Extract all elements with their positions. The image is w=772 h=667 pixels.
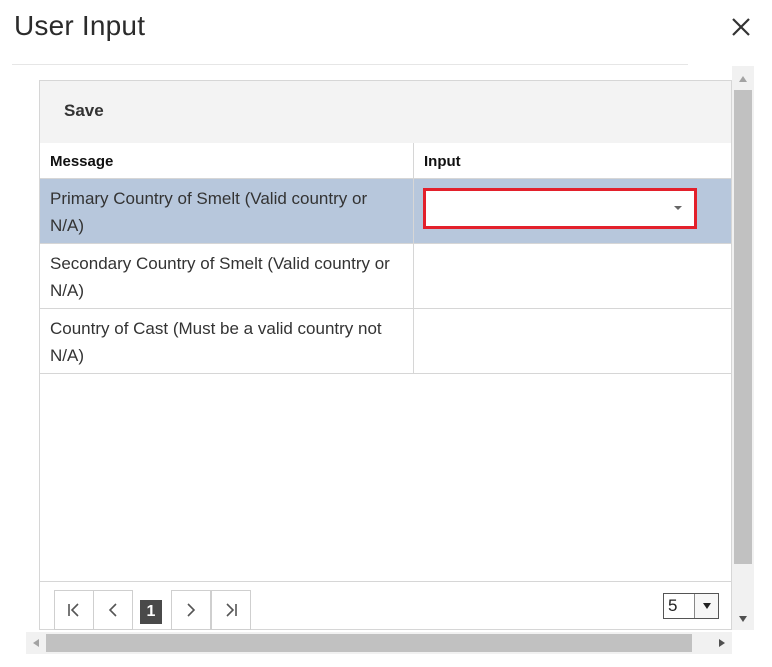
message-cell: Primary Country of Smelt (Valid country … (40, 179, 414, 243)
input-cell[interactable] (414, 244, 732, 308)
title-divider (12, 64, 688, 65)
input-cell[interactable] (414, 179, 732, 243)
message-cell: Secondary Country of Smelt (Valid countr… (40, 244, 414, 308)
prev-page-icon (108, 603, 117, 617)
current-page-number[interactable]: 1 (140, 600, 162, 624)
pager: 1 5 (40, 581, 731, 630)
column-header-input[interactable]: Input (414, 143, 732, 179)
scroll-down-icon[interactable] (732, 608, 754, 630)
first-page-button[interactable] (54, 590, 94, 630)
page-size-value: 5 (668, 596, 678, 615)
caret-down-icon (674, 206, 682, 210)
country-dropdown[interactable] (423, 188, 697, 229)
close-button[interactable] (726, 12, 756, 42)
scroll-up-icon[interactable] (732, 68, 754, 90)
user-input-grid: Save Message Input Primary Country of Sm… (39, 80, 732, 630)
horizontal-scrollbar[interactable] (26, 632, 732, 654)
save-button[interactable]: Save (64, 101, 104, 121)
last-page-button[interactable] (211, 590, 251, 630)
close-icon[interactable] (726, 12, 756, 42)
vertical-scroll-thumb[interactable] (734, 90, 752, 564)
column-header-message[interactable]: Message (40, 143, 414, 179)
scroll-left-icon[interactable] (26, 632, 46, 654)
table-row[interactable]: Country of Cast (Must be a valid country… (40, 309, 731, 374)
page-size-select[interactable]: 5 (663, 593, 719, 619)
table-row[interactable]: Primary Country of Smelt (Valid country … (40, 179, 731, 244)
last-page-icon (226, 603, 237, 617)
next-page-icon (187, 603, 196, 617)
input-cell[interactable] (414, 309, 732, 373)
scroll-right-icon[interactable] (712, 632, 732, 654)
table-row[interactable]: Secondary Country of Smelt (Valid countr… (40, 244, 731, 309)
select-arrow-icon (694, 594, 718, 618)
message-cell: Country of Cast (Must be a valid country… (40, 309, 414, 373)
vertical-scrollbar[interactable] (732, 66, 754, 630)
grid-toolbar: Save (40, 81, 731, 143)
next-page-button[interactable] (171, 590, 211, 630)
prev-page-button[interactable] (93, 590, 133, 630)
grid-header-row: Message Input (40, 143, 731, 179)
first-page-icon (68, 603, 79, 617)
horizontal-scroll-thumb[interactable] (46, 634, 692, 652)
dialog-title: User Input (14, 10, 146, 41)
